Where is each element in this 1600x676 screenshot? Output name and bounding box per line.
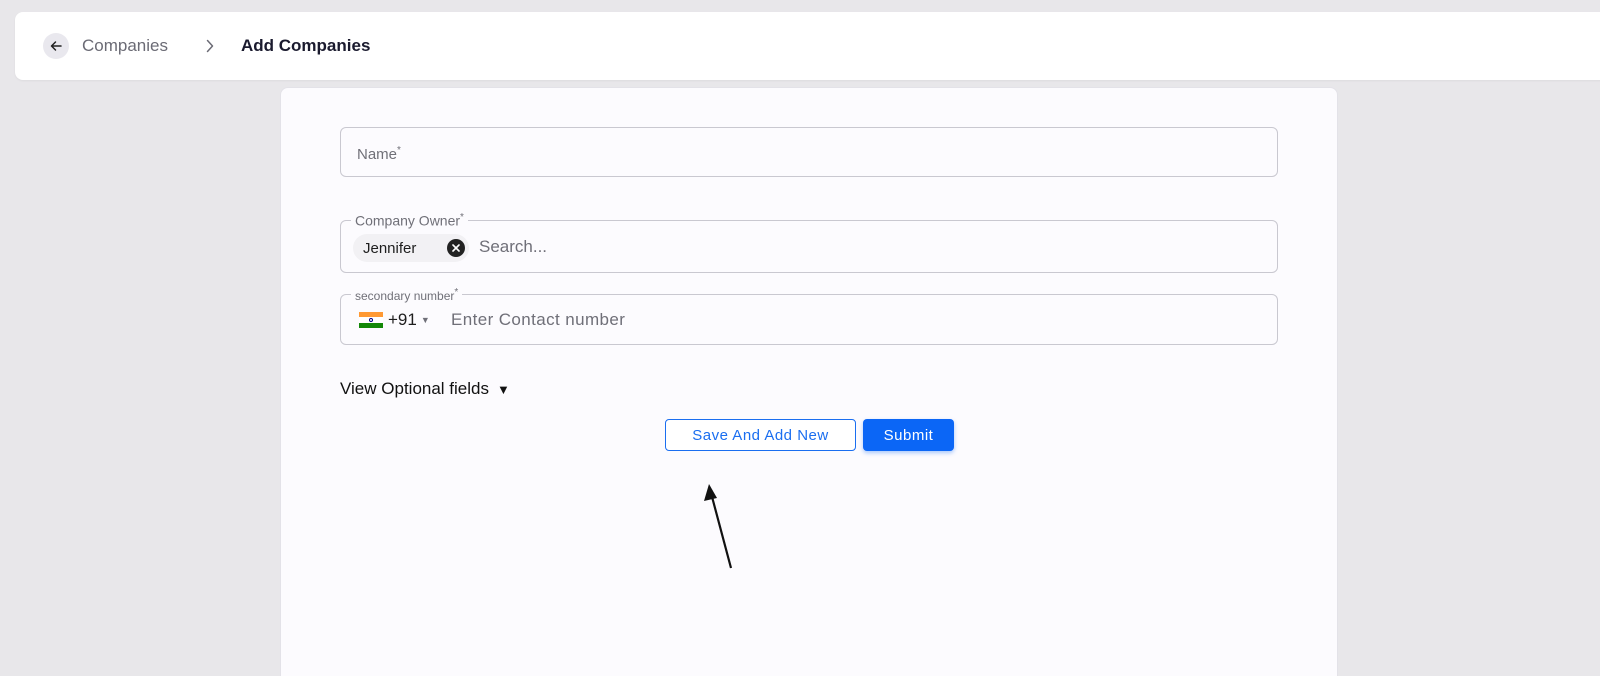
contact-number-input[interactable]: [451, 308, 1251, 332]
page-title: Add Companies: [241, 36, 371, 55]
annotation-arrow-icon: [704, 484, 733, 569]
owner-search-input[interactable]: [479, 235, 1259, 259]
triangle-down-icon: ▼: [497, 381, 510, 397]
caret-down-icon: ▼: [420, 315, 430, 325]
name-field[interactable]: Name*: [340, 127, 1278, 177]
breadcrumb-companies[interactable]: Companies: [82, 36, 168, 56]
arrow-left-icon: [50, 41, 62, 51]
add-company-form: Name* Company Owner* Jennifer secondary …: [280, 87, 1338, 676]
country-code-select[interactable]: +91 ▼: [359, 309, 430, 331]
optional-fields-label: View Optional fields: [340, 379, 489, 398]
dial-code: +91: [388, 310, 417, 329]
owner-chip-label: Jennifer: [363, 239, 417, 257]
save-and-add-new-button[interactable]: Save And Add New: [665, 419, 856, 451]
name-placeholder: Name*: [357, 145, 401, 163]
page-header: Companies Add Companies: [15, 12, 1600, 80]
india-flag-icon: [359, 312, 383, 328]
chevron-right-icon: [203, 36, 217, 56]
submit-button[interactable]: Submit: [863, 419, 954, 451]
close-circle-icon[interactable]: [447, 239, 465, 257]
company-owner-field[interactable]: Company Owner* Jennifer: [340, 212, 1278, 273]
secondary-number-field[interactable]: secondary number* +91 ▼: [340, 287, 1278, 345]
back-button[interactable]: [43, 33, 69, 59]
view-optional-fields-toggle[interactable]: View Optional fields ▼: [340, 379, 510, 399]
company-owner-label: Company Owner*: [351, 212, 468, 229]
secondary-number-label: secondary number*: [351, 287, 463, 303]
owner-chip: Jennifer: [353, 234, 469, 262]
